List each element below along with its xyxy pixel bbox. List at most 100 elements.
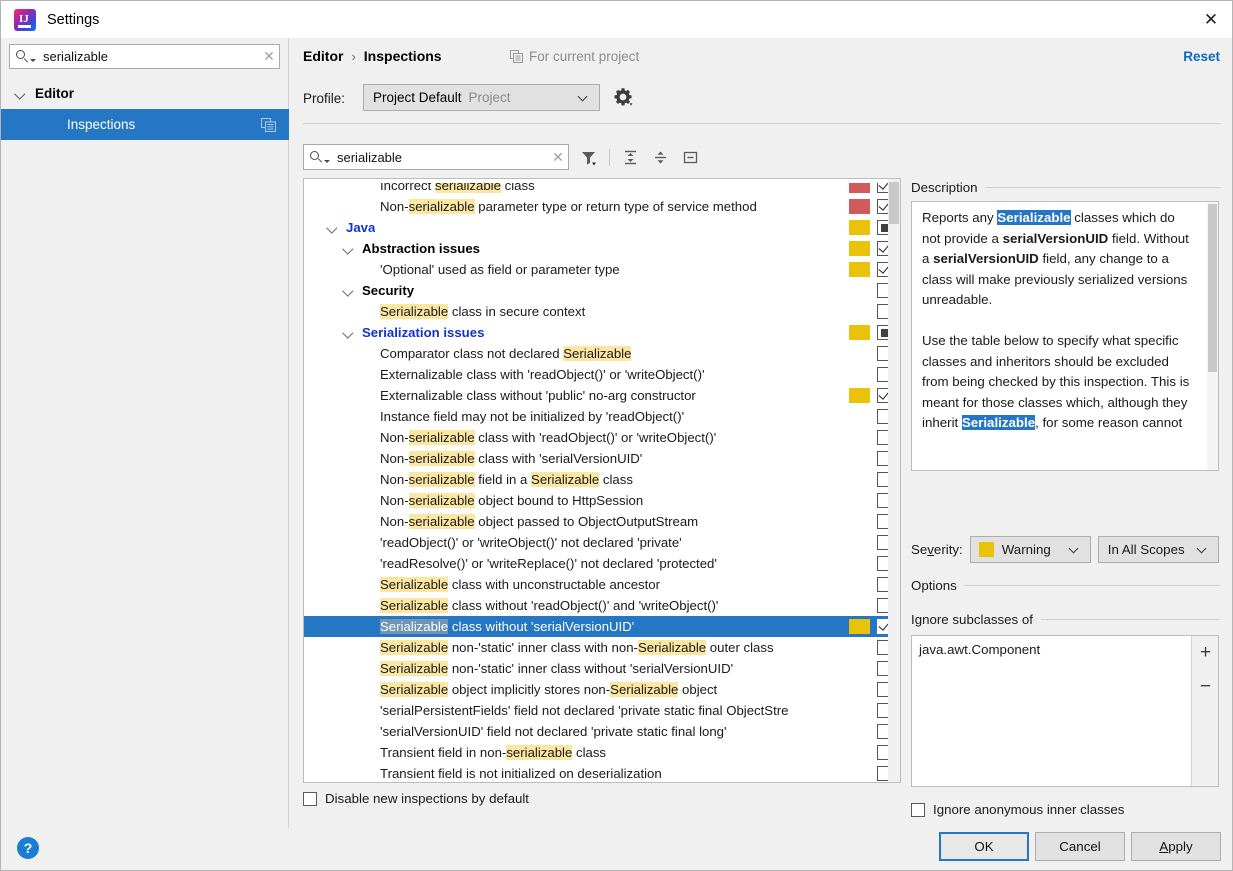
settings-sidebar: serializable ✕ Editor Inspections: [1, 38, 289, 828]
inspection-row[interactable]: Serializable object implicitly stores no…: [304, 679, 900, 700]
inspection-search-input[interactable]: serializable ✕: [303, 144, 569, 170]
filter-icon[interactable]: [575, 144, 602, 170]
inspection-row[interactable]: 'readObject()' or 'writeObject()' not de…: [304, 532, 900, 553]
chevron-down-icon[interactable]: [15, 88, 26, 99]
options-title: Options: [911, 578, 957, 593]
severity-swatch[interactable]: [849, 241, 870, 256]
inspection-row[interactable]: Non-serializable object bound to HttpSes…: [304, 490, 900, 511]
description-title: Description: [911, 180, 978, 195]
search-options-caret-icon[interactable]: [30, 59, 36, 62]
checkbox-label: Disable new inspections by default: [325, 791, 530, 806]
inspection-row[interactable]: Serializable non-'static' inner class wi…: [304, 637, 900, 658]
add-button[interactable]: +: [1192, 636, 1219, 670]
collapse-box-icon[interactable]: [677, 144, 704, 170]
severity-swatch[interactable]: [849, 619, 870, 634]
inspection-row[interactable]: Transient field is not initialized on de…: [304, 763, 900, 782]
breadcrumb-inspections: Inspections: [363, 48, 442, 64]
section-divider: [985, 187, 1221, 188]
search-options-caret-icon[interactable]: [324, 160, 330, 163]
checkbox-box: [303, 791, 317, 806]
inspection-row[interactable]: Non-serializable field in a Serializable…: [304, 469, 900, 490]
severity-swatch[interactable]: [849, 262, 870, 277]
inspection-label: Non-serializable object bound to HttpSes…: [380, 493, 644, 508]
collapse-all-icon[interactable]: [647, 144, 674, 170]
description-scrollbar[interactable]: [1207, 202, 1218, 470]
chevron-down-icon[interactable]: [343, 243, 354, 254]
inspection-label: Serialization issues: [362, 325, 485, 340]
chevron-down-icon[interactable]: [327, 222, 338, 233]
gear-icon[interactable]: [612, 86, 634, 108]
ignore-subclasses-header: Ignore subclasses of: [911, 612, 1219, 627]
scrollbar-thumb[interactable]: [1208, 204, 1217, 372]
options-section-header: Options: [911, 578, 1219, 593]
inspection-row[interactable]: Serializable class with unconstructable …: [304, 574, 900, 595]
sidebar-search-value: serializable: [43, 49, 109, 64]
remove-button[interactable]: −: [1192, 670, 1219, 704]
inspection-row[interactable]: Abstraction issues: [304, 238, 900, 259]
scrollbar-thumb[interactable]: [889, 182, 899, 224]
profile-select[interactable]: Project Default Project: [363, 84, 600, 111]
ignore-anonymous-inner-classes-checkbox[interactable]: Ignore anonymous inner classes: [911, 802, 1124, 817]
inspection-row[interactable]: 'serialVersionUID' field not declared 'p…: [304, 721, 900, 742]
inspection-row[interactable]: Serializable class without 'serialVersio…: [304, 616, 900, 637]
cancel-button[interactable]: Cancel: [1035, 832, 1125, 861]
inspection-row[interactable]: Externalizable class without 'public' no…: [304, 385, 900, 406]
inspections-tree[interactable]: Incorrect serializable class Non-serializ…: [303, 178, 901, 783]
inspection-row[interactable]: 'readResolve()' or 'writeReplace()' not …: [304, 553, 900, 574]
inspection-label: Serializable non-'static' inner class wi…: [380, 640, 774, 655]
chevron-down-icon[interactable]: [343, 327, 354, 338]
inspection-row[interactable]: Non-serializable parameter type or retur…: [304, 196, 900, 217]
severity-swatch[interactable]: [849, 199, 870, 214]
description-box[interactable]: Reports any Serializable classes which d…: [911, 201, 1219, 471]
reset-link[interactable]: Reset: [1183, 49, 1220, 64]
inspection-row[interactable]: Serializable class in secure context: [304, 301, 900, 322]
inspection-row[interactable]: Comparator class not declared Serializab…: [304, 343, 900, 364]
severity-swatch[interactable]: [849, 220, 870, 235]
disable-new-inspections-checkbox[interactable]: Disable new inspections by default: [303, 791, 529, 806]
inspection-row[interactable]: Non-serializable object passed to Object…: [304, 511, 900, 532]
scope-select[interactable]: In All Scopes: [1097, 536, 1219, 563]
clear-icon[interactable]: ✕: [259, 48, 279, 65]
expand-all-icon[interactable]: [617, 144, 644, 170]
inspection-row[interactable]: Non-serializable class with 'readObject(…: [304, 427, 900, 448]
inspection-row[interactable]: Externalizable class with 'readObject()'…: [304, 364, 900, 385]
close-icon[interactable]: ✕: [1188, 1, 1232, 38]
inspection-row[interactable]: Security: [304, 280, 900, 301]
inspection-label: 'readResolve()' or 'writeReplace()' not …: [380, 556, 717, 571]
inspection-row[interactable]: Serializable non-'static' inner class wi…: [304, 658, 900, 679]
copy-icon: [261, 118, 276, 132]
inspection-row[interactable]: Serializable class without 'readObject()…: [304, 595, 900, 616]
severity-swatch[interactable]: [849, 325, 870, 340]
inspections-scrollbar[interactable]: [888, 179, 900, 782]
inspection-label: Serializable class without 'serialVersio…: [380, 619, 635, 634]
chevron-down-icon: [1198, 545, 1207, 554]
inspection-row[interactable]: 'serialPersistentFields' field not decla…: [304, 700, 900, 721]
severity-swatch[interactable]: [849, 388, 870, 403]
copy-icon: [510, 50, 523, 63]
ok-button[interactable]: OK: [939, 832, 1029, 861]
inspection-row[interactable]: Non-serializable class with 'serialVersi…: [304, 448, 900, 469]
chevron-down-icon[interactable]: [343, 285, 354, 296]
list-item[interactable]: java.awt.Component: [919, 642, 1040, 657]
breadcrumb-separator-icon: ›: [351, 48, 356, 64]
clear-icon[interactable]: ✕: [548, 149, 568, 166]
breadcrumb-editor[interactable]: Editor: [303, 48, 343, 64]
inspection-row[interactable]: Instance field may not be initialized by…: [304, 406, 900, 427]
inspection-row[interactable]: Java: [304, 217, 900, 238]
inspection-row[interactable]: 'Optional' used as field or parameter ty…: [304, 259, 900, 280]
ignore-subclasses-list[interactable]: java.awt.Component + −: [911, 635, 1219, 787]
sidebar-search-input[interactable]: serializable ✕: [9, 44, 280, 69]
sidebar-item-editor[interactable]: Editor: [1, 78, 289, 109]
help-icon[interactable]: ?: [17, 837, 39, 859]
severity-select[interactable]: Warning: [969, 536, 1091, 563]
sidebar-item-inspections[interactable]: Inspections: [1, 109, 289, 140]
ignore-list-buttons: + −: [1191, 636, 1218, 786]
inspection-row[interactable]: Serialization issues: [304, 322, 900, 343]
inspection-label: Externalizable class without 'public' no…: [380, 388, 696, 403]
inspection-row[interactable]: Transient field in non-serializable clas…: [304, 742, 900, 763]
inspection-label: Transient field is not initialized on de…: [380, 766, 662, 781]
severity-row: Severity: Warning In All Scopes: [911, 536, 1221, 563]
apply-button[interactable]: Apply: [1131, 832, 1221, 861]
profile-scope: Project: [468, 90, 511, 105]
